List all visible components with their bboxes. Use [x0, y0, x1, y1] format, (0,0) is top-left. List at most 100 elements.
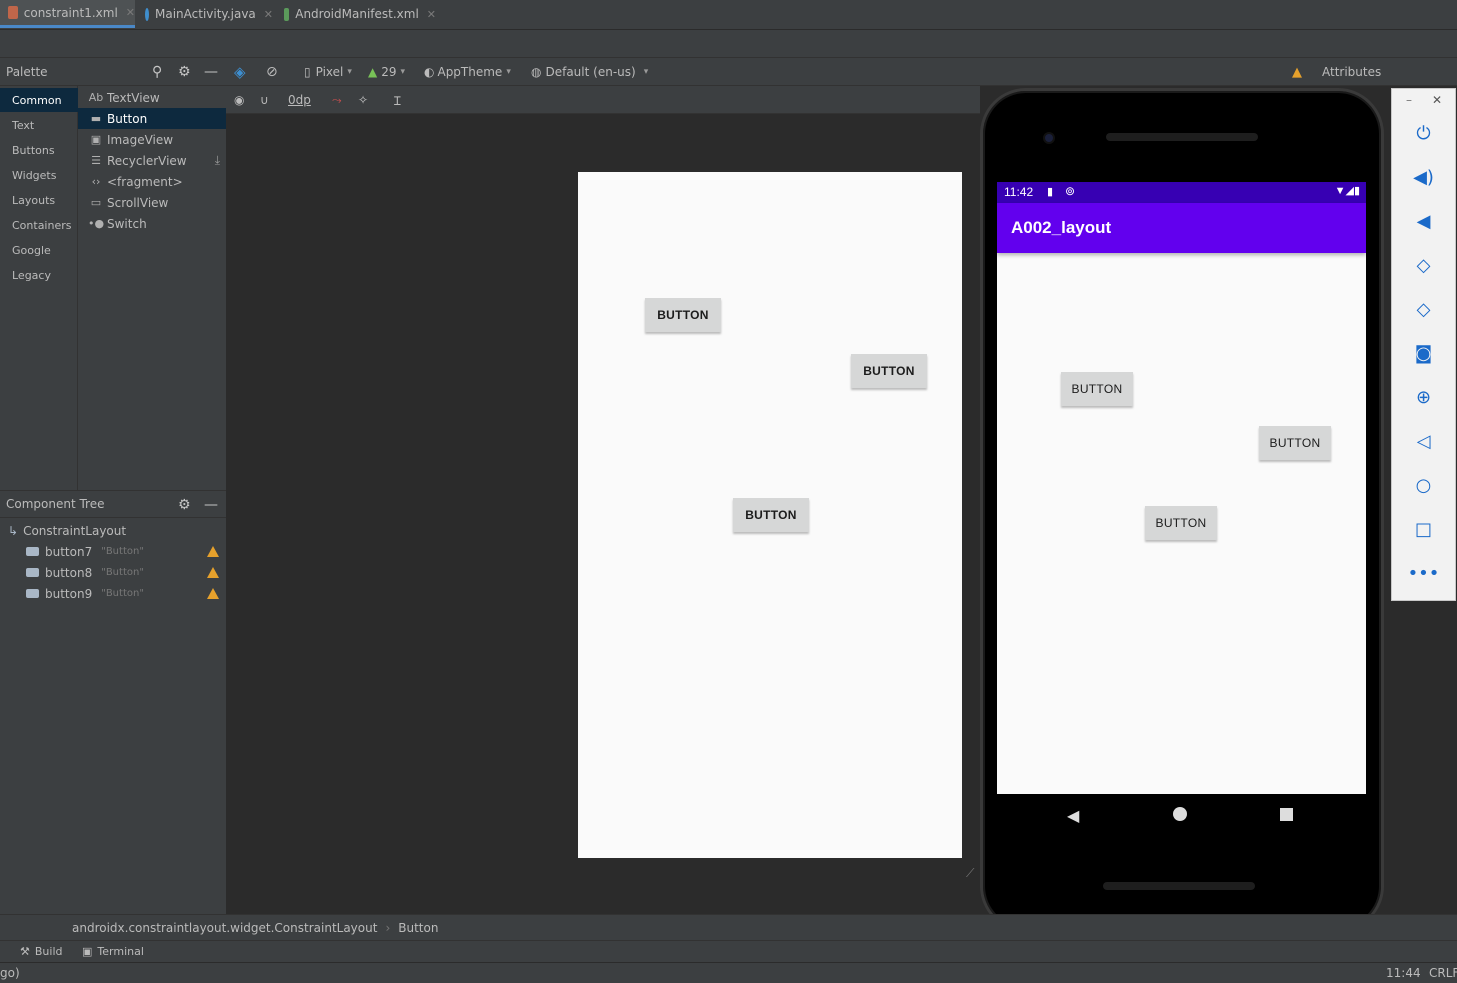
volume-down-icon[interactable]: ◀ [1392, 211, 1455, 232]
warning-icon[interactable]: ▲ [1292, 64, 1302, 80]
rotate-left-icon[interactable]: ◇ [1392, 255, 1455, 276]
app-button-1[interactable]: BUTTON [1061, 372, 1133, 406]
attributes-label[interactable]: Attributes [1322, 64, 1381, 80]
back-icon[interactable]: ◁ [1392, 431, 1455, 452]
eye-icon[interactable]: ◉ [234, 92, 244, 108]
minimize-icon[interactable]: — [204, 64, 218, 80]
tree-node-button7[interactable]: button7 "Button" [0, 541, 226, 562]
category-google[interactable]: Google [0, 238, 78, 262]
palette-item-recyclerview[interactable]: ☰ RecyclerView ⤓ [78, 150, 226, 171]
nav-home-icon[interactable] [1173, 807, 1187, 821]
orientation-icon[interactable]: ⊘ [266, 64, 278, 80]
tree-node-button9[interactable]: button9 "Button" [0, 583, 226, 604]
palette-item-label: Button [107, 111, 148, 126]
clear-constraints-icon[interactable]: ⤳ [332, 92, 342, 108]
phone-icon: ▯ [304, 65, 311, 79]
overview-icon[interactable]: □ [1392, 519, 1455, 540]
caret-position[interactable]: 11:44 [1386, 966, 1421, 980]
nav-recents-icon[interactable] [1280, 808, 1293, 821]
search-icon[interactable]: ⚲ [152, 64, 162, 80]
layers-icon[interactable]: ◈ [234, 63, 246, 81]
design-surface[interactable]: BUTTON BUTTON BUTTON [578, 172, 962, 858]
resize-handle-icon[interactable]: ⟋ [966, 866, 974, 881]
close-icon[interactable]: ✕ [264, 8, 273, 21]
tab-androidmanifest-xml[interactable]: AndroidManifest.xml ✕ [276, 0, 436, 28]
gear-icon[interactable]: ⚙ [178, 497, 191, 513]
earpiece-speaker [1106, 133, 1258, 141]
palette-item-imageview[interactable]: ▣ ImageView [78, 129, 226, 150]
category-containers[interactable]: Containers [0, 213, 78, 237]
gear-icon[interactable]: ⚙ [178, 64, 191, 80]
home-icon[interactable]: ○ [1392, 475, 1455, 496]
signal-battery-icons: ▼◢▮ [1334, 185, 1360, 197]
category-widgets[interactable]: Widgets [0, 163, 78, 187]
button-icon [26, 568, 39, 577]
device-label: Pixel [315, 65, 344, 79]
tab-constraint1-xml[interactable]: constraint1.xml ✕ [0, 0, 135, 28]
default-margin-field[interactable]: 0dp [288, 92, 311, 108]
palette-item-switch[interactable]: •● Switch [78, 213, 226, 234]
app-button-3[interactable]: BUTTON [1145, 506, 1217, 540]
magnet-icon[interactable]: ∪ [260, 92, 269, 108]
terminal-tool-button[interactable]: ▣ Terminal [82, 945, 144, 958]
rotate-right-icon[interactable]: ◇ [1392, 299, 1455, 320]
locale-selector[interactable]: ◍ Default (en-us) ▾ [531, 64, 648, 80]
close-icon[interactable]: ✕ [126, 6, 135, 19]
guidelines-icon[interactable]: Ɪ [394, 92, 401, 108]
zoom-icon[interactable]: ⊕ [1392, 387, 1455, 408]
more-icon[interactable]: ••• [1392, 563, 1455, 584]
warning-icon[interactable] [207, 567, 219, 578]
design-button9[interactable]: BUTTON [733, 498, 809, 532]
build-tool-button[interactable]: ⚒ Build [20, 945, 63, 958]
tree-node-label: button7 [45, 544, 93, 559]
theme-selector[interactable]: ◐ AppTheme ▾ [424, 64, 511, 80]
category-text[interactable]: Text [0, 113, 78, 137]
android-icon: ▲ [368, 65, 378, 79]
tree-node-button8[interactable]: button8 "Button" [0, 562, 226, 583]
nav-back-icon[interactable]: ◀ [1067, 806, 1079, 825]
close-icon[interactable]: ✕ [427, 8, 436, 21]
api-selector[interactable]: ▲ 29 ▾ [368, 64, 405, 80]
breadcrumb-path[interactable]: androidx.constraintlayout.widget.Constra… [72, 921, 377, 935]
tree-node-constraintlayout[interactable]: ↳ ConstraintLayout [0, 520, 226, 541]
design-button7[interactable]: BUTTON [645, 298, 721, 332]
warning-icon[interactable] [207, 546, 219, 557]
close-icon[interactable]: ✕ [1432, 93, 1442, 107]
minimize-icon[interactable]: — [204, 497, 218, 513]
palette-item-scrollview[interactable]: ▭ ScrollView [78, 192, 226, 213]
minimize-icon[interactable]: – [1406, 93, 1412, 107]
power-icon[interactable]: ⏻ [1392, 123, 1455, 144]
line-ending[interactable]: CRLF [1429, 966, 1457, 980]
globe-icon: ◍ [531, 65, 542, 79]
category-legacy[interactable]: Legacy [0, 263, 78, 287]
java-class-icon [145, 7, 149, 21]
category-layouts[interactable]: Layouts [0, 188, 78, 212]
camera-icon[interactable]: ◙ [1392, 343, 1455, 364]
status-message: go) [0, 966, 20, 980]
warning-icon[interactable] [207, 588, 219, 599]
chevron-down-icon: ▾ [643, 67, 649, 77]
palette-item-label: ImageView [107, 132, 174, 147]
palette-item-textview[interactable]: Ab TextView [78, 87, 226, 108]
category-common[interactable]: Common [0, 88, 78, 112]
app-bar: A002_layout [997, 203, 1366, 253]
tree-node-text: "Button" [101, 588, 144, 599]
tab-mainactivity-java[interactable]: MainActivity.java ✕ [137, 0, 273, 28]
design-button8[interactable]: BUTTON [851, 354, 927, 388]
download-icon[interactable]: ⤓ [215, 153, 220, 168]
locale-label: Default (en-us) [545, 65, 636, 79]
emulator-screen[interactable]: 11:42 ▮ ⊚ ▼◢▮ A002_layout BUTTON BUTTON … [997, 182, 1366, 794]
infer-constraints-icon[interactable]: ✧ [358, 92, 368, 108]
editor-tabs: constraint1.xml ✕ MainActivity.java ✕ An… [0, 0, 1457, 30]
tool-label: Build [34, 945, 63, 958]
breadcrumb: androidx.constraintlayout.widget.Constra… [0, 914, 1457, 940]
breadcrumb-leaf[interactable]: Button [398, 921, 438, 935]
tree-node-label: ConstraintLayout [23, 523, 127, 538]
category-buttons[interactable]: Buttons [0, 138, 78, 162]
palette-item-button[interactable]: ▬ Button [78, 108, 226, 129]
emulator-controls: – ✕ ⏻ ◀) ◀ ◇ ◇ ◙ ⊕ ◁ ○ □ ••• [1391, 88, 1456, 601]
palette-item-fragment[interactable]: ‹› <fragment> [78, 171, 226, 192]
device-selector[interactable]: ▯ Pixel ▾ [304, 64, 352, 80]
volume-up-icon[interactable]: ◀) [1392, 167, 1455, 188]
app-button-2[interactable]: BUTTON [1259, 426, 1331, 460]
